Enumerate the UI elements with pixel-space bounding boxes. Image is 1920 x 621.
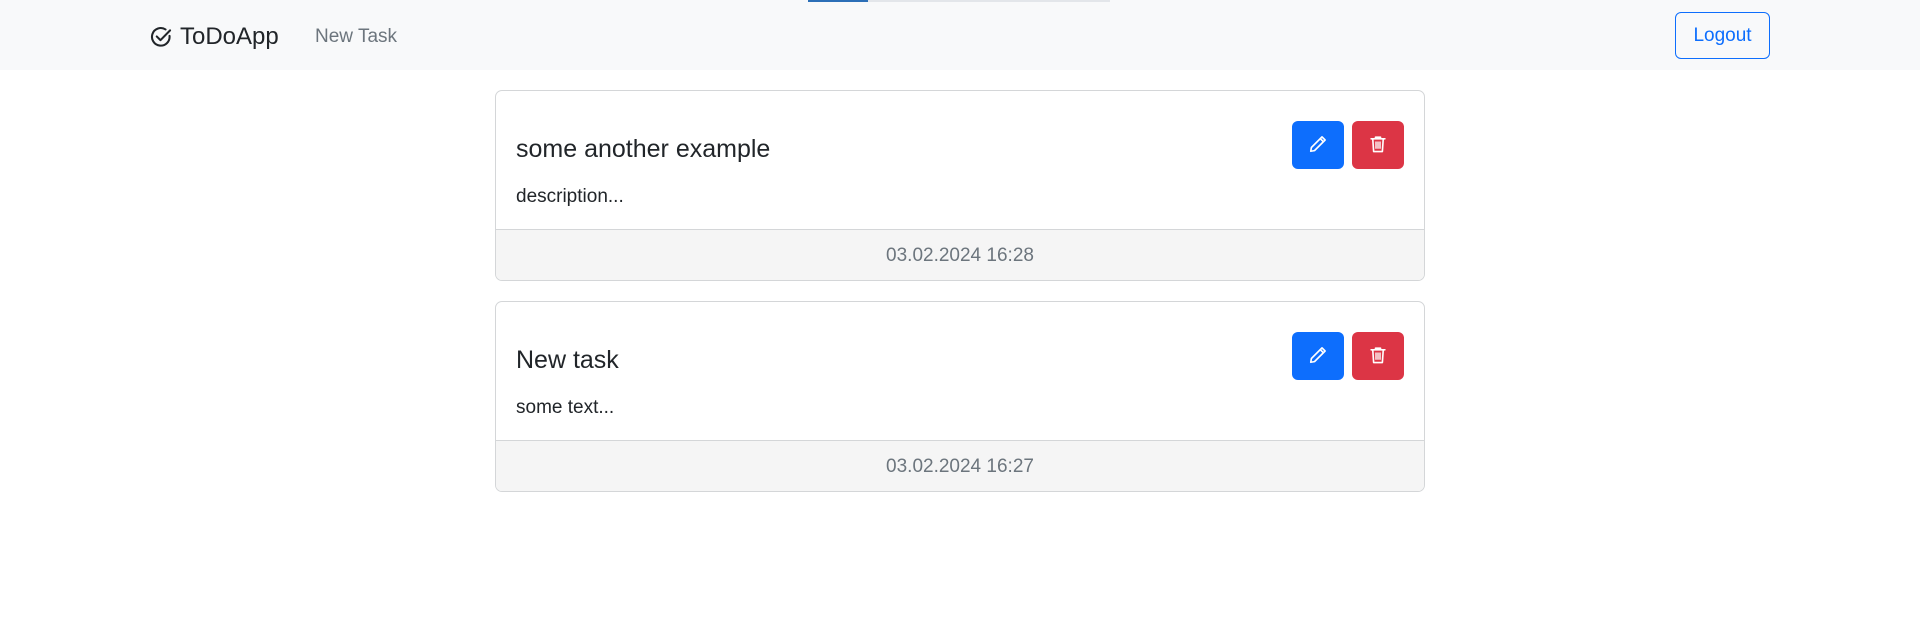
task-title: New task [516, 346, 619, 374]
delete-task-button[interactable] [1352, 121, 1404, 169]
delete-task-button[interactable] [1352, 332, 1404, 380]
task-card: New task some text... 03.02.2024 16:27 [495, 301, 1425, 492]
task-title: some another example [516, 135, 771, 163]
task-card: some another example description... 03.0… [495, 90, 1425, 281]
logout-button[interactable]: Logout [1675, 12, 1770, 59]
task-timestamp: 03.02.2024 16:28 [496, 229, 1424, 280]
pencil-icon [1308, 345, 1328, 368]
loading-progress-fill [808, 0, 869, 2]
top-navbar: ToDoApp New Task Logout [0, 0, 1920, 70]
task-card-body: some another example description... [496, 91, 1424, 229]
trash-icon [1368, 134, 1388, 157]
nav-link-new-task[interactable]: New Task [315, 25, 397, 49]
task-description: description... [516, 186, 624, 207]
task-timestamp: 03.02.2024 16:27 [496, 440, 1424, 491]
edit-task-button[interactable] [1292, 332, 1344, 380]
brand-link[interactable]: ToDoApp [150, 22, 279, 52]
task-actions [1292, 332, 1404, 380]
task-actions [1292, 121, 1404, 169]
pencil-icon [1308, 134, 1328, 157]
trash-icon [1368, 345, 1388, 368]
task-card-body: New task some text... [496, 302, 1424, 440]
edit-task-button[interactable] [1292, 121, 1344, 169]
loading-progress-bar [808, 0, 1110, 2]
check-circle-icon [150, 26, 172, 48]
task-description: some text... [516, 397, 615, 418]
brand-name: ToDoApp [180, 23, 279, 50]
